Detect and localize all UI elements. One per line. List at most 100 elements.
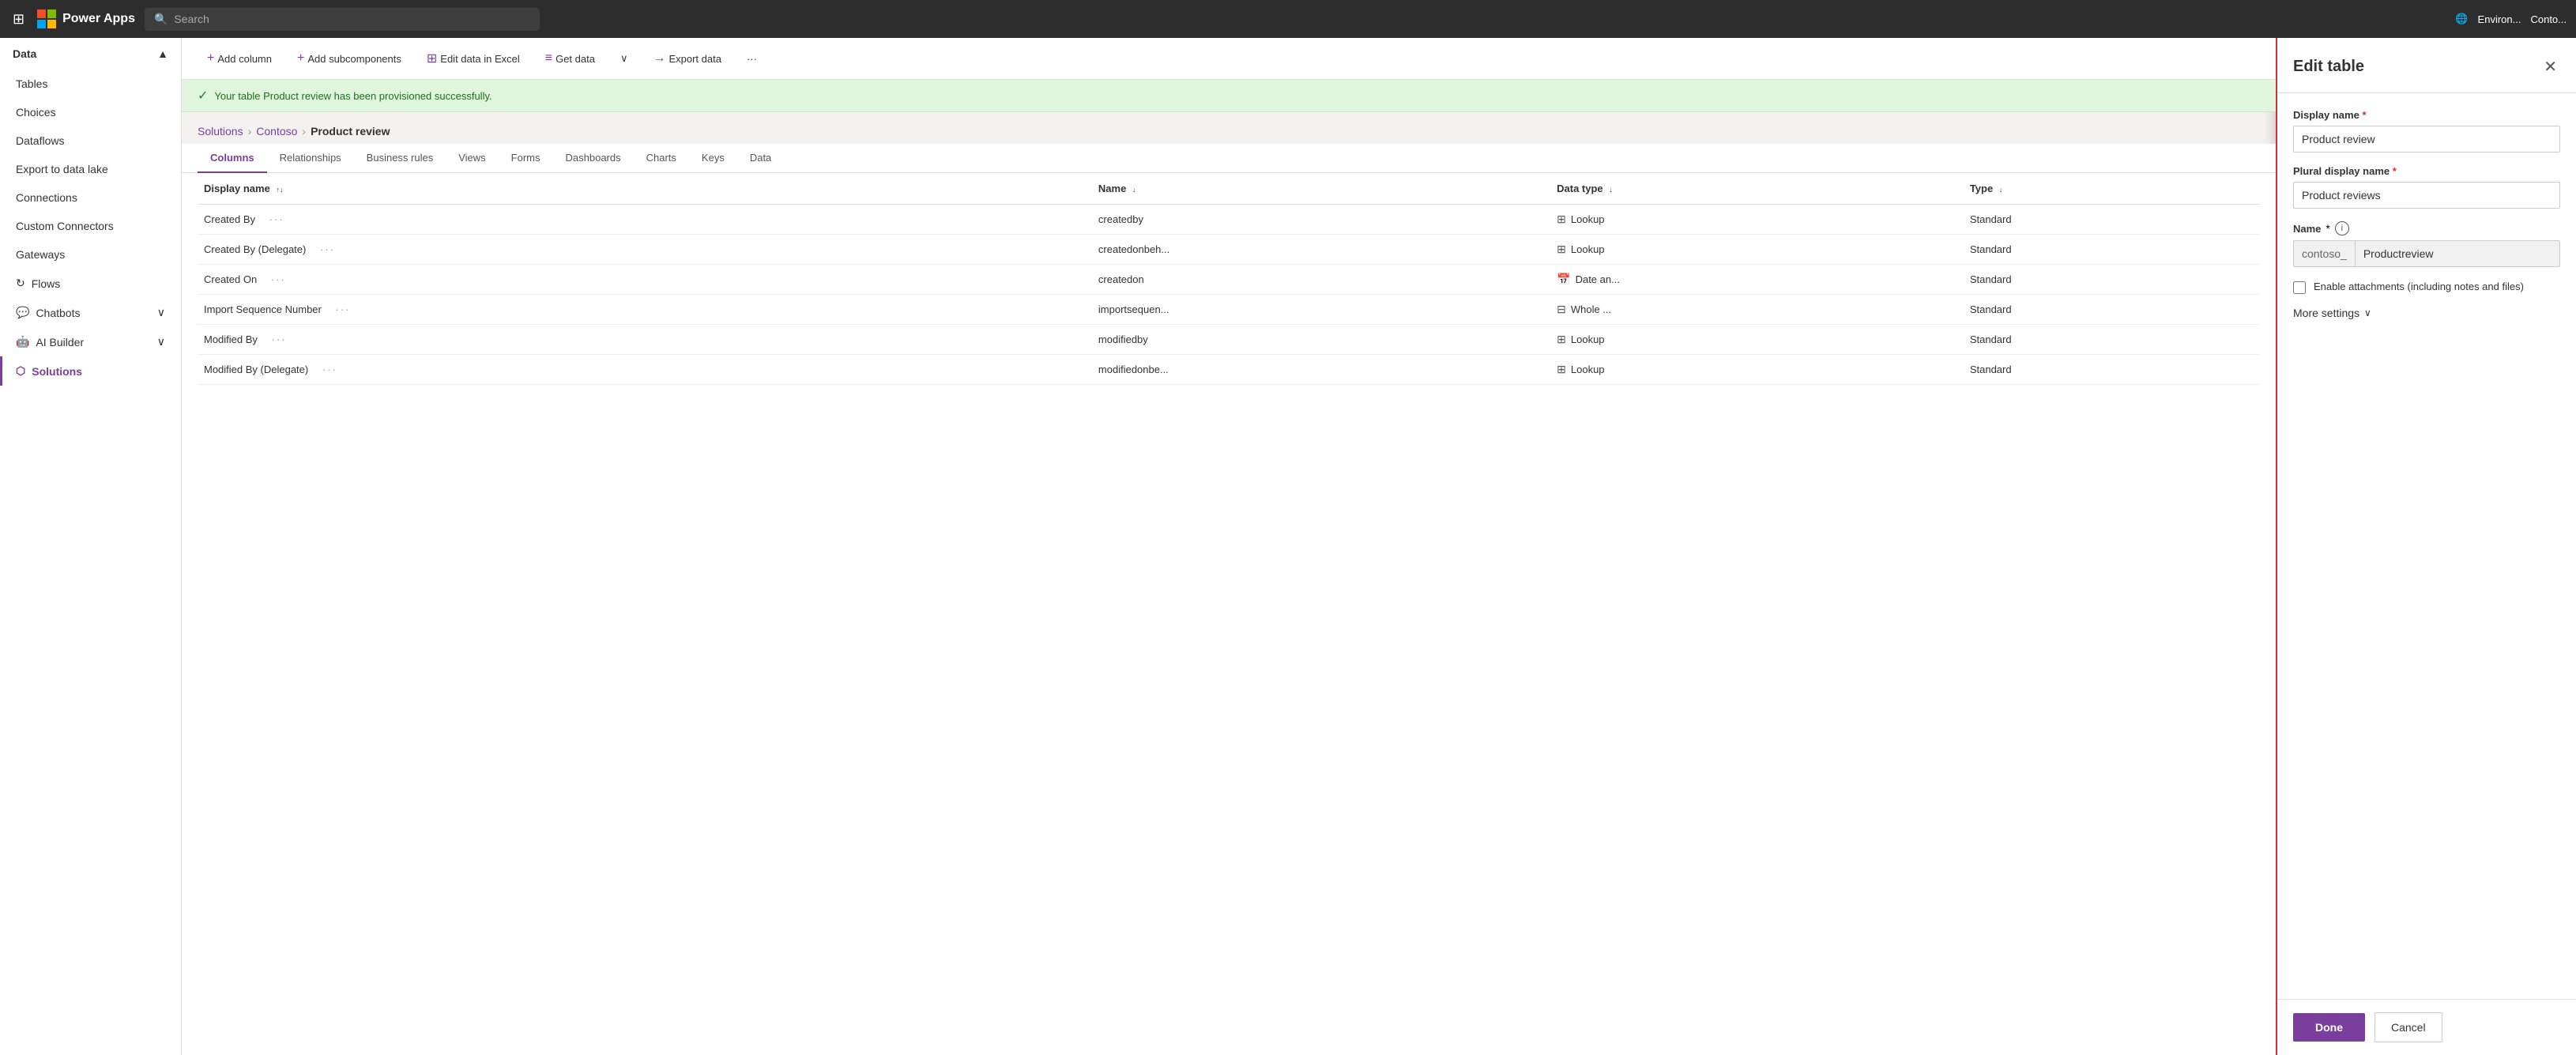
tab-columns[interactable]: Columns — [198, 144, 267, 173]
sidebar-collapse-icon: ▲ — [157, 47, 168, 60]
search-input[interactable] — [174, 13, 530, 25]
main-layout: Data ▲ Tables Choices Dataflows Export t… — [0, 38, 2576, 1055]
sidebar-item-choices[interactable]: Choices — [0, 98, 181, 126]
plural-display-name-required: * — [2393, 165, 2397, 177]
top-nav: ⊞ Power Apps 🔍 🌐 Environ... Conto... — [0, 0, 2576, 38]
choices-label: Choices — [16, 106, 56, 119]
breadcrumb-solutions[interactable]: Solutions — [198, 125, 243, 138]
table-row: Created By (Delegate) ··· createdonbeh..… — [198, 235, 2260, 265]
account-label: Conto... — [2530, 13, 2567, 25]
data-type-value: Lookup — [1571, 333, 1605, 345]
panel-close-button[interactable]: ✕ — [2540, 54, 2560, 80]
tab-charts[interactable]: Charts — [634, 144, 689, 173]
gateways-label: Gateways — [16, 248, 65, 261]
flows-label: Flows — [32, 277, 61, 290]
plural-display-name-input[interactable] — [2293, 182, 2560, 209]
cell-name: modifiedby — [1092, 325, 1550, 355]
tab-relationships[interactable]: Relationships — [267, 144, 354, 173]
col-header-display-name[interactable]: Display name ↑↓ — [198, 173, 1092, 205]
tab-business-rules[interactable]: Business rules — [354, 144, 446, 173]
tab-dashboards[interactable]: Dashboards — [553, 144, 634, 173]
row-dots-button[interactable]: ··· — [315, 242, 340, 257]
edit-data-button[interactable]: ⊞ Edit data in Excel — [417, 46, 529, 71]
more-settings-toggle[interactable]: More settings ∨ — [2293, 307, 2560, 319]
tab-data[interactable]: Data — [737, 144, 784, 173]
table-row: Created On ··· createdon 📅 Date an... St… — [198, 265, 2260, 295]
sort-type-icon: ↓ — [1999, 186, 2003, 194]
sidebar-item-dataflows[interactable]: Dataflows — [0, 126, 181, 155]
done-button[interactable]: Done — [2293, 1013, 2365, 1042]
connections-label: Connections — [16, 191, 77, 204]
sidebar-section-data[interactable]: Data ▲ — [0, 38, 181, 70]
enable-attachments-row: Enable attachments (including notes and … — [2293, 280, 2560, 294]
cancel-button[interactable]: Cancel — [2375, 1012, 2442, 1042]
cell-data-type: ⊞ Lookup — [1550, 325, 1964, 355]
col-header-name[interactable]: Name ↓ — [1092, 173, 1550, 205]
row-dots-button[interactable]: ··· — [265, 212, 289, 227]
success-banner: ✓ Your table Product review has been pro… — [182, 80, 2276, 112]
chatbots-icon: 💬 — [16, 306, 29, 319]
add-column-button[interactable]: + Add column — [198, 47, 281, 70]
cell-display-name: Modified By (Delegate) ··· — [198, 355, 1092, 385]
breadcrumb-contoso[interactable]: Contoso — [256, 125, 297, 138]
cell-type: Standard — [1964, 235, 2260, 265]
get-data-icon: ≡ — [545, 51, 552, 66]
cell-name: modifiedonbe... — [1092, 355, 1550, 385]
sidebar-item-custom-connectors[interactable]: Custom Connectors — [0, 212, 181, 240]
add-subcomponents-label: Add subcomponents — [307, 53, 401, 65]
row-dots-button[interactable]: ··· — [318, 362, 342, 377]
row-dots-button[interactable]: ··· — [266, 272, 291, 287]
sidebar-item-ai-builder[interactable]: 🤖 AI Builder ∨ — [0, 327, 181, 356]
custom-connectors-label: Custom Connectors — [16, 220, 114, 232]
sidebar-item-flows[interactable]: ↻ Flows — [0, 269, 181, 298]
add-subcomponents-button[interactable]: + Add subcomponents — [288, 47, 411, 70]
cell-data-type: ⊞ Lookup — [1550, 355, 1964, 385]
export-data-button[interactable]: → Export data — [643, 47, 731, 70]
display-name-field-group: Display name * — [2293, 109, 2560, 153]
data-type-value: Whole ... — [1571, 303, 1611, 315]
name-info-icon[interactable]: i — [2335, 221, 2349, 235]
sidebar: Data ▲ Tables Choices Dataflows Export t… — [0, 38, 182, 1055]
cell-data-type: ⊞ Lookup — [1550, 205, 1964, 235]
sidebar-item-solutions[interactable]: ⬡ Solutions — [0, 356, 181, 386]
row-dots-button[interactable]: ··· — [267, 332, 292, 347]
sort-data-type-icon: ↓ — [1609, 186, 1613, 194]
row-dots-button[interactable]: ··· — [330, 302, 355, 317]
get-data-button[interactable]: ≡ Get data — [536, 47, 604, 70]
cell-display-name: Modified By ··· — [198, 325, 1092, 355]
data-type-icon: 📅 — [1557, 273, 1570, 286]
cell-display-name: Created On ··· — [198, 265, 1092, 295]
search-bar[interactable]: 🔍 — [145, 8, 540, 31]
breadcrumb-sep-2: › — [302, 125, 306, 138]
more-actions-button[interactable]: ··· — [737, 48, 766, 70]
tab-keys[interactable]: Keys — [689, 144, 737, 173]
cell-data-type: ⊞ Lookup — [1550, 235, 1964, 265]
cell-data-type: 📅 Date an... — [1550, 265, 1964, 295]
table-row: Modified By (Delegate) ··· modifiedonbe.… — [198, 355, 2260, 385]
tab-forms[interactable]: Forms — [499, 144, 553, 173]
sidebar-item-tables[interactable]: Tables — [0, 70, 181, 98]
tab-views[interactable]: Views — [446, 144, 498, 173]
edit-data-icon: ⊞ — [427, 51, 437, 66]
waffle-icon[interactable]: ⊞ — [9, 8, 28, 31]
name-required: * — [2326, 222, 2329, 235]
col-header-type[interactable]: Type ↓ — [1964, 173, 2260, 205]
name-field-row: contoso_ Productreview — [2293, 240, 2560, 267]
name-label: Name — [2293, 223, 2321, 235]
sidebar-item-chatbots[interactable]: 💬 Chatbots ∨ — [0, 298, 181, 327]
cell-data-type: ⊟ Whole ... — [1550, 295, 1964, 325]
success-icon: ✓ — [198, 88, 208, 104]
display-name-required: * — [2362, 109, 2366, 121]
sidebar-item-gateways[interactable]: Gateways — [0, 240, 181, 269]
get-data-dropdown-button[interactable]: ∨ — [611, 47, 638, 70]
col-header-data-type[interactable]: Data type ↓ — [1550, 173, 1964, 205]
sidebar-item-connections[interactable]: Connections — [0, 183, 181, 212]
display-name-input[interactable] — [2293, 126, 2560, 153]
cell-name: createdonbeh... — [1092, 235, 1550, 265]
sidebar-item-export[interactable]: Export to data lake — [0, 155, 181, 183]
enable-attachments-checkbox[interactable] — [2293, 281, 2306, 294]
cell-display-name: Import Sequence Number ··· — [198, 295, 1092, 325]
content-area: + Add column + Add subcomponents ⊞ Edit … — [182, 38, 2276, 1055]
data-type-value: Lookup — [1571, 364, 1605, 375]
add-column-label: Add column — [217, 53, 272, 65]
